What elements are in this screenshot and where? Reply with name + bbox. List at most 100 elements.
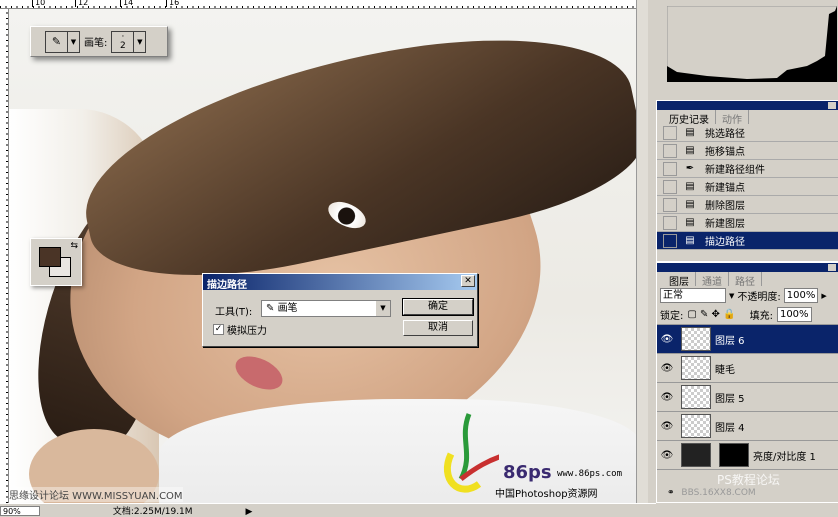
zoom-input[interactable]: 90% — [0, 506, 40, 516]
status-bar: 90% 文档:2.25M/19.1M ▶ — [0, 503, 656, 517]
brush-icon: ✎ — [46, 31, 68, 52]
pen-icon: ✒ — [685, 163, 695, 174]
cancel-button[interactable]: 取消 — [403, 320, 473, 336]
layer-name: 图层 4 — [715, 422, 745, 434]
simulate-pressure-checkbox[interactable]: ✓ 模拟压力 — [213, 322, 267, 337]
brush-size-picker[interactable]: · 2 ▼ — [111, 30, 147, 53]
fill-input[interactable]: 100% — [776, 307, 812, 322]
tab-history[interactable]: 历史记录 — [663, 110, 716, 126]
history-item[interactable]: ▤ 拖移锚点 — [657, 142, 838, 160]
layer-row[interactable]: 👁 图层 6 — [657, 325, 838, 354]
history-item-label: 描边路径 — [705, 237, 745, 248]
history-item-label: 新建路径组件 — [705, 165, 765, 176]
close-button[interactable]: ✕ — [461, 275, 475, 287]
layer-row[interactable]: 👁 睫毛 — [657, 354, 838, 383]
tab-channels[interactable]: 通道 — [696, 272, 729, 288]
tool-preset-picker[interactable]: ✎ ▼ — [45, 30, 80, 53]
history-item[interactable]: ▤ 新建图层 — [657, 214, 838, 232]
link-icon[interactable]: ⚭ — [667, 488, 675, 498]
tool-label: 工具(T): — [215, 307, 253, 318]
history-item-label: 新建锚点 — [705, 183, 745, 194]
lock-icons[interactable]: ▢ ✎ ✥ 🔒 — [687, 309, 735, 320]
vertical-ruler — [0, 9, 9, 503]
dialog-titlebar: 描边路径 ✕ — [203, 274, 477, 291]
fill-label: 填充: — [749, 311, 773, 322]
play-icon[interactable]: ▶ — [821, 292, 826, 300]
layers-panel: 图层 通道 路径 正常 ▼ 不透明度: 100% ▶ 锁定: ▢ ✎ ✥ 🔒 填充: 100%… — [656, 262, 838, 503]
history-state-icon: ▤ — [685, 235, 695, 246]
86ps-logo-icon — [439, 409, 510, 493]
brush-size: · 2 — [112, 31, 135, 52]
histogram-graph — [667, 6, 837, 82]
layers-toolbar: ⚭ BBS.16XX8.COM — [657, 488, 838, 502]
history-item-label: 删除图层 — [705, 201, 745, 212]
watermark-bbs: BBS.16XX8.COM — [681, 488, 756, 498]
layer-thumbnail — [681, 414, 711, 438]
history-state-icon: ▤ — [685, 145, 695, 156]
opacity-input[interactable]: 100% — [783, 288, 819, 303]
layer-thumbnail — [681, 327, 711, 351]
layer-row[interactable]: 👁 图层 4 — [657, 412, 838, 441]
brush-label: 画笔: — [84, 38, 108, 49]
checkbox-label: 模拟压力 — [227, 326, 267, 337]
layer-thumbnail — [681, 443, 711, 467]
snapshot-checkbox[interactable] — [663, 215, 677, 230]
layer-row[interactable]: 👁 亮度/对比度 1 — [657, 441, 838, 470]
history-item[interactable]: ▤ 挑选路径 — [657, 124, 838, 142]
layer-name: 睫毛 — [715, 364, 735, 376]
play-icon[interactable]: ▶ — [245, 507, 252, 517]
layer-thumbnail — [681, 356, 711, 380]
tool-select[interactable]: ✎ 画笔 ▼ — [261, 300, 391, 317]
layer-row[interactable]: 👁 图层 5 — [657, 383, 838, 412]
swap-colors-icon[interactable]: ⇆ — [70, 241, 78, 251]
history-item[interactable]: ✒ 新建路径组件 — [657, 160, 838, 178]
ruler-tick: 12 — [75, 0, 88, 7]
tab-actions[interactable]: 动作 — [716, 110, 749, 126]
lock-label: 锁定: — [660, 311, 684, 322]
vertical-scrollbar[interactable] — [636, 0, 648, 503]
eye-icon[interactable]: 👁 — [657, 450, 677, 461]
snapshot-checkbox[interactable] — [663, 197, 677, 212]
tool-value: 画笔 — [277, 303, 298, 314]
eye-icon[interactable]: 👁 — [657, 421, 677, 432]
history-item[interactable]: ▤ 描边路径 — [657, 232, 838, 250]
dialog-title: 描边路径 — [207, 280, 247, 291]
site-url: www.86ps.com — [557, 469, 623, 479]
ruler-tick: 14 — [120, 0, 133, 7]
histogram-panel — [656, 0, 838, 95]
history-panel: 历史记录 动作 ▤ 挑选路径 ▤ 拖移锚点 ✒ 新建路径组件 ▤ 新建锚点 ▤ 删除图层 ▤ 新建图层 ▤… — [656, 100, 838, 262]
eye-icon[interactable]: 👁 — [657, 392, 677, 403]
history-item[interactable]: ▤ 新建锚点 — [657, 178, 838, 196]
blend-mode-select[interactable]: 正常 — [660, 288, 726, 303]
history-state-icon: ▤ — [685, 127, 695, 138]
tab-paths[interactable]: 路径 — [729, 272, 762, 288]
layer-mask-thumbnail — [719, 443, 749, 467]
history-state-icon: ▤ — [685, 217, 695, 228]
snapshot-checkbox[interactable] — [663, 161, 677, 176]
minimize-icon[interactable] — [828, 102, 836, 109]
ok-button[interactable]: 确定 — [402, 298, 474, 316]
layer-name: 亮度/对比度 1 — [753, 451, 816, 463]
chevron-down-icon: ▼ — [70, 37, 77, 46]
opacity-label: 不透明度: — [737, 292, 781, 303]
eye-icon[interactable]: 👁 — [657, 334, 677, 345]
color-swatches: ⇆ — [30, 238, 82, 286]
stroke-path-dialog: 描边路径 ✕ 工具(T): ✎ 画笔 ▼ ✓ 模拟压力 确定 取消 — [202, 273, 478, 347]
snapshot-checkbox[interactable] — [663, 125, 677, 140]
chevron-down-icon: ▼ — [376, 301, 390, 316]
snapshot-checkbox[interactable] — [663, 233, 677, 248]
doc-size: 文档:2.25M/19.1M — [112, 507, 193, 517]
chevron-down-icon: ▼ — [137, 37, 143, 46]
brush-options-bar: ✎ ▼ 画笔: · 2 ▼ — [30, 26, 168, 57]
foreground-color-swatch[interactable] — [39, 247, 61, 267]
snapshot-checkbox[interactable] — [663, 143, 677, 158]
snapshot-checkbox[interactable] — [663, 179, 677, 194]
history-item[interactable]: ▤ 删除图层 — [657, 196, 838, 214]
eye-icon[interactable]: 👁 — [657, 363, 677, 374]
ruler-tick: 10 — [32, 0, 45, 7]
site-name: 中国Photoshop资源网 — [495, 489, 598, 500]
document-canvas[interactable]: 思缘设计论坛 WWW.MISSYUAN.COM 86ps www.86ps.co… — [9, 9, 636, 503]
minimize-icon[interactable] — [828, 264, 836, 271]
history-item-label: 拖移锚点 — [705, 147, 745, 158]
tab-layers[interactable]: 图层 — [663, 272, 696, 288]
